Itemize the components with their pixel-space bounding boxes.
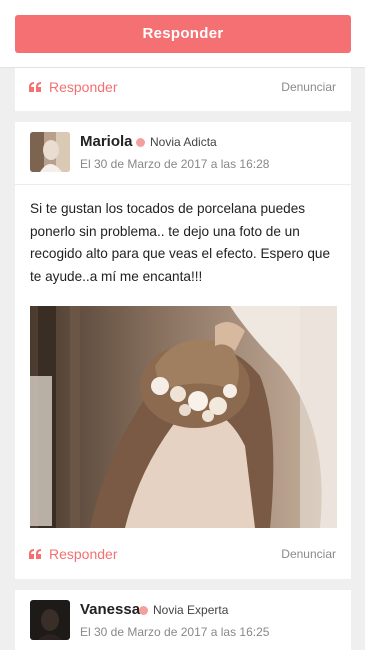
report-link[interactable]: Denunciar [281, 547, 336, 561]
quote-icon [29, 549, 41, 559]
reply-link-label: Responder [49, 546, 118, 562]
author-name[interactable]: Mariola [80, 133, 133, 150]
reply-link[interactable]: Responder [29, 79, 118, 95]
avatar-image [30, 600, 70, 640]
post-card: Mariola Novia Adicta El 30 de Marzo de 2… [15, 122, 351, 579]
report-link[interactable]: Denunciar [281, 80, 336, 94]
reply-link[interactable]: Responder [29, 546, 118, 562]
reply-link-label: Responder [49, 79, 118, 95]
author-level: Novia Experta [153, 603, 229, 617]
post-actions: Responder Denunciar [29, 544, 336, 564]
post-card: Vanessa Novia Experta El 30 de Marzo de … [15, 590, 351, 650]
avatar[interactable] [30, 132, 70, 172]
top-bar: Responder [0, 0, 365, 68]
avatar[interactable] [30, 600, 70, 640]
reply-main-button[interactable]: Responder [15, 15, 351, 53]
post-author: Mariola Novia Adicta El 30 de Marzo de 2… [30, 132, 336, 174]
level-dot-icon [136, 138, 145, 147]
post-actions: Responder Denunciar [29, 77, 336, 97]
bridal-hair-photo [30, 306, 337, 528]
avatar-image [30, 132, 70, 172]
post-card-previous: Responder Denunciar [15, 68, 351, 111]
quote-icon [29, 82, 41, 92]
post-date: El 30 de Marzo de 2017 a las 16:28 [80, 157, 270, 171]
author-name[interactable]: Vanessa [80, 601, 140, 618]
post-body: Si te gustan los tocados de porcelana pu… [30, 201, 331, 284]
post-date: El 30 de Marzo de 2017 a las 16:25 [80, 625, 270, 639]
divider [15, 184, 351, 185]
level-dot-icon [139, 606, 148, 615]
author-level: Novia Adicta [150, 135, 217, 149]
post-photo[interactable] [30, 306, 337, 528]
post-author: Vanessa Novia Experta El 30 de Marzo de … [30, 600, 336, 642]
